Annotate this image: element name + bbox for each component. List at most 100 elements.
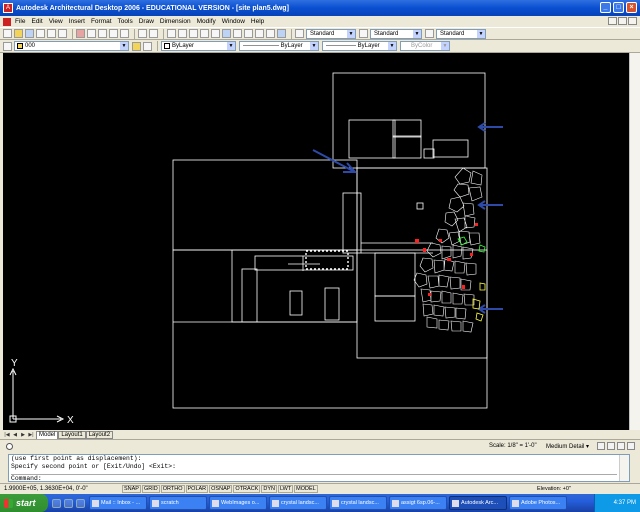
- task-mail[interactable]: Mail :: Inbox - ...: [89, 496, 147, 510]
- doc-close-button[interactable]: [628, 17, 637, 25]
- display-detail-select[interactable]: Medium Detail ▾: [546, 443, 589, 450]
- desktop-icon[interactable]: [76, 498, 85, 508]
- ortho-toggle[interactable]: ORTHO: [160, 484, 185, 493]
- task-crystal-2[interactable]: crystal landsc...: [329, 496, 387, 510]
- linetype-select[interactable]: ―――――― ByLayer ▼: [239, 41, 319, 51]
- tab-last-icon[interactable]: ▶|: [28, 432, 34, 438]
- vertical-scrollbar[interactable]: [629, 53, 640, 430]
- drawing-canvas[interactable]: Y X: [3, 53, 629, 430]
- zoom-previous-icon[interactable]: [200, 29, 209, 38]
- zoom-realtime-icon[interactable]: [178, 29, 187, 38]
- properties-icon[interactable]: [211, 29, 220, 38]
- dyn-toggle[interactable]: DYN: [261, 484, 277, 493]
- task-autodesk[interactable]: Autodesk Arc...: [449, 496, 507, 510]
- block-editor-icon[interactable]: [120, 29, 129, 38]
- copy-icon[interactable]: [87, 29, 96, 38]
- dim-style-select[interactable]: Standard ▼: [370, 28, 422, 39]
- paste-icon[interactable]: [98, 29, 107, 38]
- surface-hatch-icon[interactable]: [607, 442, 615, 450]
- color-select[interactable]: ByLayer ▼: [161, 41, 236, 51]
- menu-window[interactable]: Window: [222, 18, 245, 25]
- plot-preview-icon[interactable]: [47, 29, 56, 38]
- task-crystal-1[interactable]: crystal landsc...: [269, 496, 327, 510]
- menu-tools[interactable]: Tools: [118, 18, 133, 25]
- command-scrollbar[interactable]: [619, 455, 629, 481]
- menu-modify[interactable]: Modify: [197, 18, 216, 25]
- media-icon[interactable]: [64, 498, 73, 508]
- elevation-icon[interactable]: [597, 442, 605, 450]
- system-tray: 4:37 PM: [594, 494, 640, 512]
- menu-draw[interactable]: Draw: [139, 18, 154, 25]
- menu-file[interactable]: File: [15, 18, 25, 25]
- help-icon[interactable]: [277, 29, 286, 38]
- plot-icon[interactable]: [36, 29, 45, 38]
- command-input[interactable]: Command:: [11, 474, 617, 483]
- undo-icon[interactable]: [138, 29, 147, 38]
- layer-select[interactable]: 000 ▼: [14, 41, 129, 51]
- menu-view[interactable]: View: [49, 18, 63, 25]
- polar-toggle[interactable]: POLAR: [185, 484, 209, 493]
- window-title: Autodesk Architectural Desktop 2006 - ED…: [16, 4, 289, 12]
- tab-first-icon[interactable]: |◀: [4, 432, 10, 438]
- tab-next-icon[interactable]: ▶: [20, 432, 26, 438]
- close-button[interactable]: ×: [626, 2, 637, 13]
- zoom-window-icon[interactable]: [189, 29, 198, 38]
- tab-layout2[interactable]: Layout2: [85, 430, 114, 439]
- folder-icon: [152, 499, 159, 507]
- menu-dimension[interactable]: Dimension: [160, 18, 191, 25]
- menu-help[interactable]: Help: [251, 18, 264, 25]
- maximize-button[interactable]: □: [613, 2, 624, 13]
- lwt-toggle[interactable]: LWT: [277, 484, 294, 493]
- osnap-toggle[interactable]: OSNAP: [209, 484, 233, 493]
- tool-palettes-icon[interactable]: [233, 29, 242, 38]
- layer-properties-icon[interactable]: [3, 41, 12, 51]
- table-style-select[interactable]: Standard ▼: [436, 28, 486, 39]
- task-assigt[interactable]: assigt 6sp.06-...: [389, 496, 447, 510]
- selection-box: [305, 250, 349, 270]
- layer-previous-icon[interactable]: [143, 41, 152, 51]
- markup-icon[interactable]: [255, 29, 264, 38]
- document-icon[interactable]: [3, 17, 11, 26]
- save-icon[interactable]: [25, 29, 34, 38]
- model-toggle[interactable]: MODEL: [294, 484, 318, 493]
- menu-format[interactable]: Format: [91, 18, 112, 25]
- tab-layout1[interactable]: Layout1: [58, 430, 86, 439]
- task-webimages[interactable]: WebImages o...: [209, 496, 267, 510]
- menu-edit[interactable]: Edit: [31, 18, 42, 25]
- snap-toggle[interactable]: SNAP: [122, 484, 141, 493]
- match-properties-icon[interactable]: [109, 29, 118, 38]
- calculator-icon[interactable]: [266, 29, 275, 38]
- make-object-layer-current-icon[interactable]: [132, 41, 141, 51]
- otrack-toggle[interactable]: OTRACK: [233, 484, 261, 493]
- status-menu-icon[interactable]: [627, 442, 635, 450]
- command-window[interactable]: (use first point as displacement): Speci…: [8, 454, 630, 482]
- doc-restore-button[interactable]: [618, 17, 627, 25]
- gear-icon[interactable]: [6, 443, 13, 450]
- open-icon[interactable]: [14, 29, 23, 38]
- publish-icon[interactable]: [58, 29, 67, 38]
- redo-icon[interactable]: [149, 29, 158, 38]
- scale-readout[interactable]: Scale: 1/8" = 1'-0": [489, 443, 537, 449]
- layer-key-icon[interactable]: [617, 442, 625, 450]
- clock[interactable]: 4:37 PM: [614, 500, 636, 506]
- sheet-set-icon[interactable]: [244, 29, 253, 38]
- minimize-button[interactable]: _: [600, 2, 611, 13]
- new-icon[interactable]: [3, 29, 12, 38]
- doc-minimize-button[interactable]: [608, 17, 617, 25]
- grid-toggle[interactable]: GRID: [141, 484, 160, 493]
- pan-icon[interactable]: [167, 29, 176, 38]
- lineweight-select[interactable]: ――――― ByLayer ▼: [322, 41, 397, 51]
- browser-icon[interactable]: [52, 498, 61, 508]
- task-scratch[interactable]: scratch: [149, 496, 207, 510]
- tab-prev-icon[interactable]: ◀: [12, 432, 18, 438]
- task-photoshop[interactable]: Adobe Photos...: [509, 496, 567, 510]
- text-style-icon: [295, 29, 304, 38]
- start-button[interactable]: start: [0, 494, 48, 512]
- design-center-icon[interactable]: [222, 29, 231, 38]
- elevation-readout[interactable]: Elevation: +0": [537, 486, 571, 492]
- coordinate-readout[interactable]: 1.9900E+05, 1.3630E+04, 0'-0": [4, 486, 122, 492]
- cut-icon[interactable]: [76, 29, 85, 38]
- text-style-select[interactable]: Standard ▼: [306, 28, 356, 39]
- menu-insert[interactable]: Insert: [69, 18, 85, 25]
- tab-model[interactable]: Model: [36, 430, 59, 439]
